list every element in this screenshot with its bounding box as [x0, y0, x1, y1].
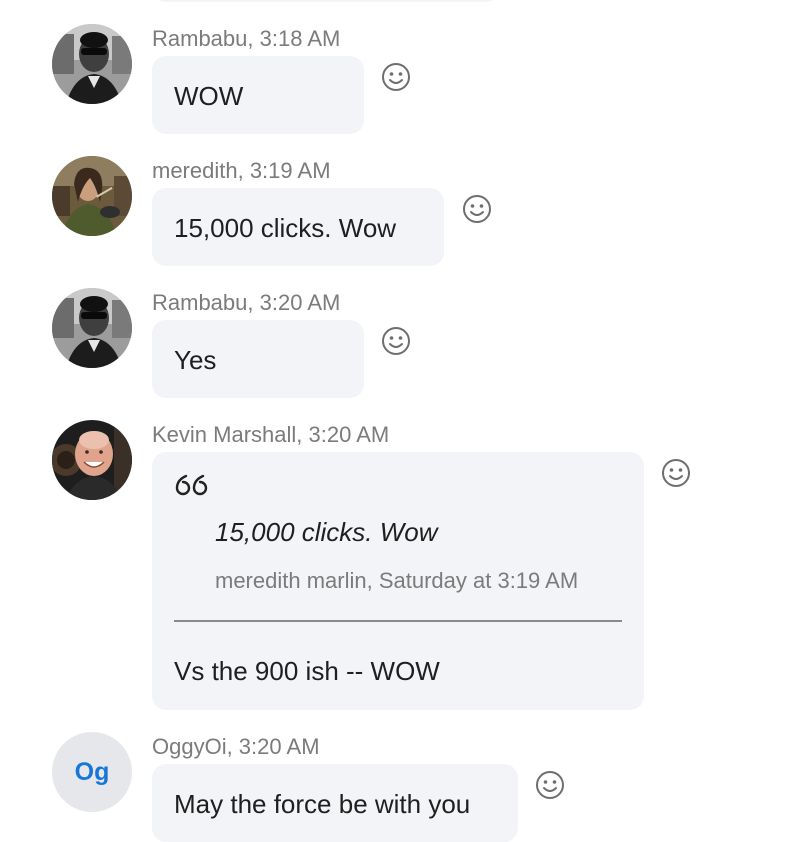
message-meta: Kevin Marshall, 3:20 AM	[152, 422, 390, 447]
message-bubble: 15,000 clicks. Wow meredith marlin, Satu…	[152, 452, 644, 710]
message-bubble: May the force be with you	[152, 764, 518, 842]
message-text: 15,000 clicks. Wow	[174, 213, 397, 243]
quoted-message-source[interactable]: meredith marlin, Saturday at 3:19 AM	[215, 570, 578, 592]
quote-divider	[174, 620, 622, 622]
message-bubble: WOW	[152, 56, 364, 134]
previous-message-bubble-fragment	[152, 0, 500, 2]
smiley-face-icon[interactable]	[535, 770, 565, 800]
message-bubble: 15,000 clicks. Wow	[152, 188, 444, 266]
avatar[interactable]	[52, 420, 132, 500]
avatar[interactable]	[52, 156, 132, 236]
smiley-face-icon[interactable]	[661, 458, 691, 488]
avatar[interactable]	[52, 24, 132, 104]
message-meta: meredith, 3:19 AM	[152, 158, 331, 183]
smiley-face-icon[interactable]	[381, 326, 411, 356]
quote-mark-icon	[174, 474, 208, 502]
smiley-face-icon[interactable]	[462, 194, 492, 224]
message-meta: Rambabu, 3:18 AM	[152, 26, 341, 51]
message-bubble: Yes	[152, 320, 364, 398]
message-text: May the force be with you	[174, 789, 471, 819]
message-text: Vs the 900 ish -- WOW	[174, 656, 440, 686]
message-text: WOW	[174, 81, 244, 111]
message-meta: Rambabu, 3:20 AM	[152, 290, 341, 315]
avatar[interactable]	[52, 288, 132, 368]
message-text: Yes	[174, 345, 217, 375]
message-meta: OggyOi, 3:20 AM	[152, 734, 320, 759]
avatar[interactable]: Og	[52, 732, 132, 812]
quoted-message-text: 15,000 clicks. Wow	[215, 517, 438, 547]
smiley-face-icon[interactable]	[381, 62, 411, 92]
